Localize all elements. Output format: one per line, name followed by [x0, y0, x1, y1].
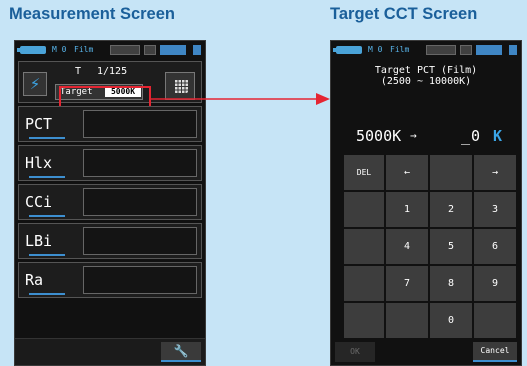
arrow-head-icon [316, 93, 330, 105]
connector-arrow [150, 93, 330, 105]
